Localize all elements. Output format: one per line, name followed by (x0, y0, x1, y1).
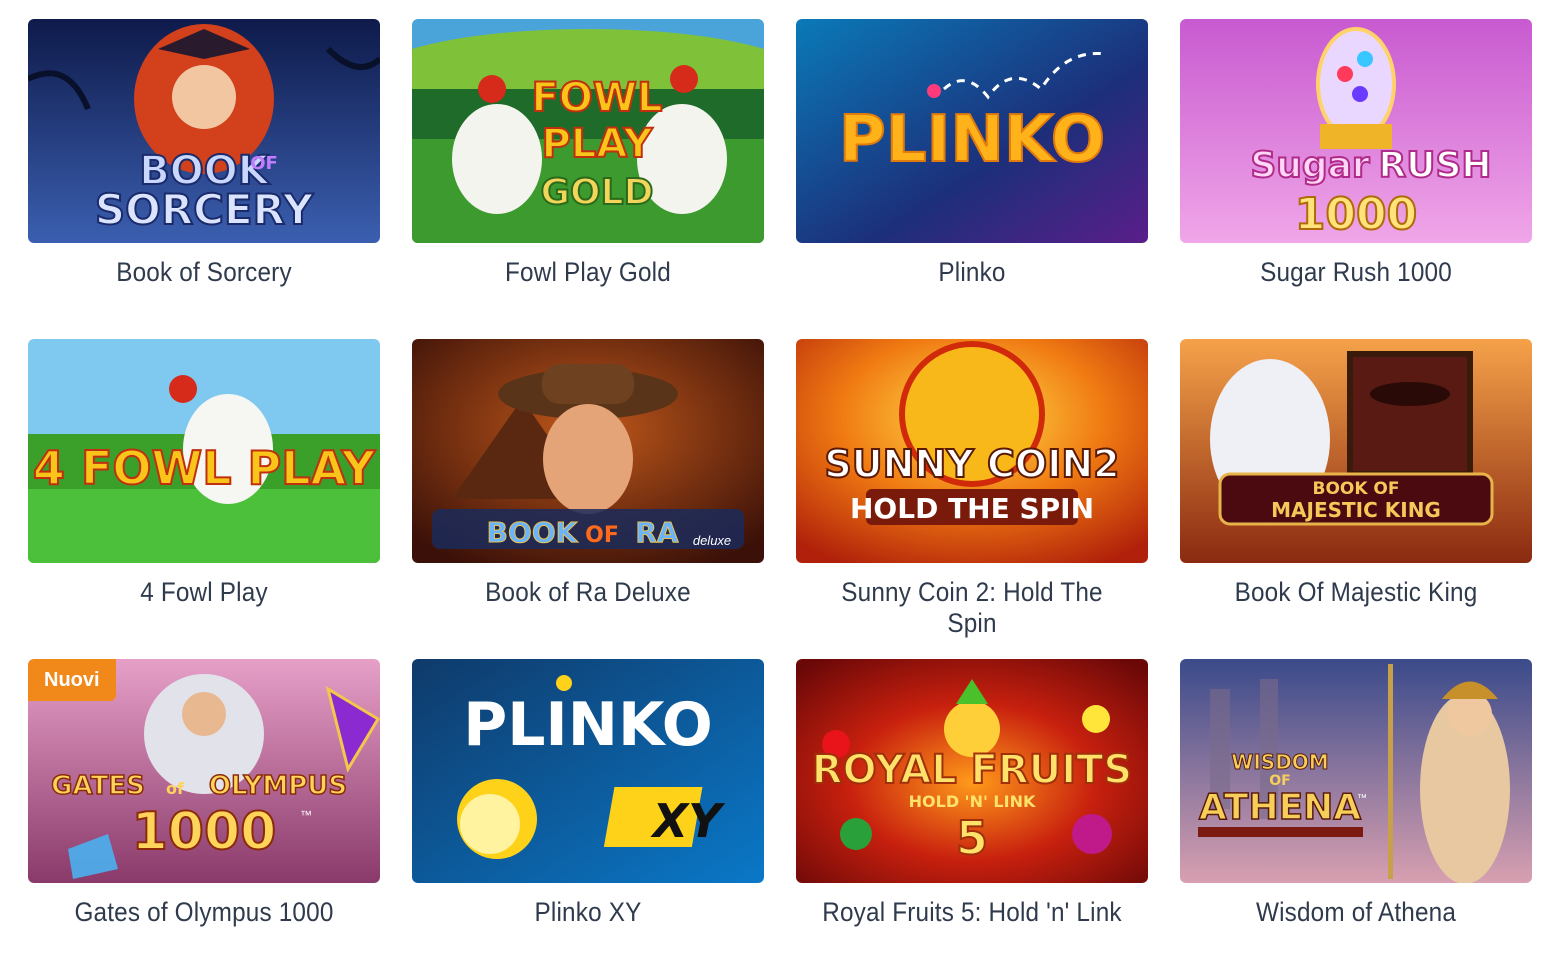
game-card-book-of-sorcery[interactable]: BOOK OF SORCERY Book of Sorcery (28, 19, 380, 339)
logo-line-1: SUNNY COIN2 (824, 442, 1119, 486)
game-card-sugar-rush-1000[interactable]: Sugar RUSH 1000 Sugar Rush 1000 (1180, 19, 1532, 339)
game-title[interactable]: Gates of Olympus 1000 (46, 897, 363, 928)
game-title[interactable]: Sunny Coin 2: Hold The Spin (814, 577, 1131, 639)
wisdom-athena-art-icon: WISDOM OF ATHENA ™ (1180, 659, 1532, 883)
logo-line-2: HOLD THE SPIN (850, 492, 1094, 525)
logo-line-3: SORCERY (95, 185, 314, 234)
four-fowl-play-logo: 4 FOWL PLAY (33, 441, 376, 495)
logo-line-4: deluxe (693, 533, 731, 548)
logo-line-3: 1000 (1295, 189, 1417, 240)
game-title[interactable]: 4 Fowl Play (46, 577, 363, 608)
fowl-play-gold-art-icon: FOWL PLAY GOLD (412, 19, 764, 243)
game-thumbnail[interactable]: 4 FOWL PLAY (28, 339, 380, 563)
game-title[interactable]: Plinko XY (430, 897, 747, 928)
game-title[interactable]: Book of Ra Deluxe (430, 577, 747, 608)
game-thumbnail[interactable]: BOOK OF RA deluxe (412, 339, 764, 563)
game-thumbnail[interactable]: ROYAL FRUITS HOLD 'N' LINK 5 (796, 659, 1148, 883)
logo-line-2: OF (585, 523, 619, 548)
game-card-plinko-xy[interactable]: PLINKO XY Plinko XY (412, 659, 764, 979)
logo-line-3: ATHENA (1199, 787, 1361, 828)
logo-line-1: ROYAL FRUITS (812, 747, 1132, 793)
game-title[interactable]: Sugar Rush 1000 (1198, 257, 1515, 288)
logo-line-2: HOLD 'N' LINK (909, 792, 1036, 811)
games-grid: BOOK OF SORCERY Book of Sorcery FOWL PLA… (28, 19, 1532, 979)
logo-line-1: WISDOM (1231, 750, 1328, 774)
four-fowl-play-art-icon: 4 FOWL PLAY (28, 339, 380, 563)
game-thumbnail[interactable]: FOWL PLAY GOLD (412, 19, 764, 243)
logo-trademark: ™ (1357, 793, 1367, 804)
game-title[interactable]: Book of Sorcery (46, 257, 363, 288)
logo-line-2: OF (250, 153, 278, 174)
game-card-4-fowl-play[interactable]: 4 FOWL PLAY 4 Fowl Play (28, 339, 380, 659)
game-card-wisdom-of-athena[interactable]: WISDOM OF ATHENA ™ Wisdom of Athena (1180, 659, 1532, 979)
game-card-book-of-majestic-king[interactable]: BOOK OF MAJESTIC KING Book Of Majestic K… (1180, 339, 1532, 659)
game-thumbnail[interactable]: BOOK OF MAJESTIC KING (1180, 339, 1532, 563)
logo-line-1: BOOK OF (1312, 479, 1399, 499)
logo-line-2: of (166, 779, 185, 798)
game-title[interactable]: Plinko (814, 257, 1131, 288)
logo-line-3: RA (635, 516, 679, 549)
game-thumbnail[interactable]: WISDOM OF ATHENA ™ (1180, 659, 1532, 883)
logo-line-2: MAJESTIC KING (1271, 498, 1441, 522)
game-card-book-of-ra-deluxe[interactable]: BOOK OF RA deluxe Book of Ra Deluxe (412, 339, 764, 659)
plinko-logo: PLINKO (839, 103, 1105, 177)
game-title[interactable]: Fowl Play Gold (430, 257, 747, 288)
sunny-coin-art-icon: SUNNY COIN2 HOLD THE SPIN (796, 339, 1148, 563)
new-badge: Nuovi (28, 659, 116, 701)
game-thumbnail[interactable]: PLINKO XY (412, 659, 764, 883)
logo-line-3: 5 (956, 811, 988, 865)
sugar-rush-art-icon: Sugar RUSH 1000 (1180, 19, 1532, 243)
game-card-plinko[interactable]: PLINKO Plinko (796, 19, 1148, 339)
logo-line-3: GOLD (541, 172, 654, 213)
game-thumbnail[interactable]: SUNNY COIN2 HOLD THE SPIN (796, 339, 1148, 563)
logo-line-1: Sugar (1250, 145, 1370, 186)
book-of-sorcery-art-icon: BOOK OF SORCERY (28, 19, 380, 243)
plinko-xy-art-icon: PLINKO XY (412, 659, 764, 883)
game-card-fowl-play-gold[interactable]: FOWL PLAY GOLD Fowl Play Gold (412, 19, 764, 339)
game-card-gates-of-olympus-1000[interactable]: Nuovi GATES of OLYMPUS 1000 ™ Gates of O… (28, 659, 380, 979)
game-thumbnail[interactable]: Nuovi GATES of OLYMPUS 1000 ™ (28, 659, 380, 883)
logo-line-2: PLAY (542, 121, 654, 167)
game-card-royal-fruits-5[interactable]: ROYAL FRUITS HOLD 'N' LINK 5 Royal Fruit… (796, 659, 1148, 979)
game-card-sunny-coin-2[interactable]: SUNNY COIN2 HOLD THE SPIN Sunny Coin 2: … (796, 339, 1148, 659)
logo-line-3: OLYMPUS (209, 771, 347, 801)
plinko-xy-badge: XY (650, 794, 726, 848)
logo-line-1: GATES (51, 771, 145, 801)
royal-fruits-art-icon: ROYAL FRUITS HOLD 'N' LINK 5 (796, 659, 1148, 883)
plinko-art-icon: PLINKO (796, 19, 1148, 243)
game-thumbnail[interactable]: BOOK OF SORCERY (28, 19, 380, 243)
majestic-king-art-icon: BOOK OF MAJESTIC KING (1180, 339, 1532, 563)
game-title[interactable]: Wisdom of Athena (1198, 897, 1515, 928)
book-of-ra-art-icon: BOOK OF RA deluxe (412, 339, 764, 563)
logo-line-1: BOOK (487, 516, 579, 549)
logo-line-2: RUSH (1378, 145, 1491, 186)
plinko-xy-logo: PLINKO (463, 690, 713, 760)
game-title[interactable]: Book Of Majestic King (1198, 577, 1515, 608)
game-thumbnail[interactable]: PLINKO (796, 19, 1148, 243)
logo-trademark: ™ (300, 808, 312, 822)
logo-line-1: FOWL (532, 75, 663, 121)
game-title[interactable]: Royal Fruits 5: Hold 'n' Link (814, 897, 1131, 928)
logo-line-4: 1000 (132, 802, 277, 862)
game-thumbnail[interactable]: Sugar RUSH 1000 (1180, 19, 1532, 243)
